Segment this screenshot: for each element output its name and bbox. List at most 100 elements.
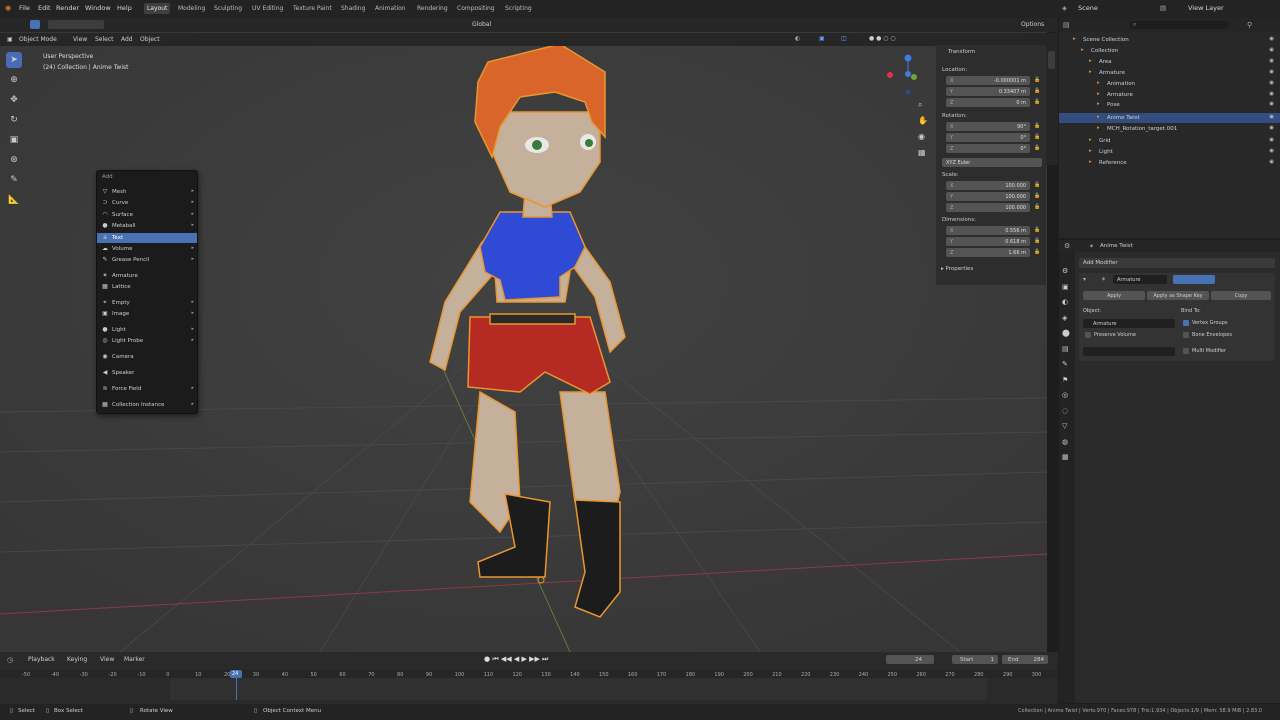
viewport-shading-controls[interactable]: ◐ ▣ ◫ ● ● ○ ○ — [795, 35, 925, 44]
outliner-row-animation[interactable]: ▸ Animation ◉ — [1059, 79, 1280, 89]
visibility-eye-icon[interactable]: ◉ — [1269, 148, 1274, 154]
tab-uv-editing[interactable]: UV Editing — [249, 4, 286, 13]
lock-icon[interactable]: 🔓 — [1034, 182, 1040, 188]
add-menu-item-image[interactable]: ▣ Image ▸ — [97, 309, 197, 319]
visibility-eye-icon[interactable]: ◉ — [1269, 137, 1274, 143]
scale-x-field[interactable]: X 100.000 — [946, 181, 1030, 190]
object-field[interactable]: Armature — [1083, 319, 1175, 328]
vertex-groups-checkbox[interactable] — [1183, 320, 1189, 326]
outliner-search-input[interactable]: ⌕ — [1129, 21, 1229, 29]
expand-icon[interactable]: ▸ — [1097, 101, 1100, 107]
tab-animation[interactable]: Animation — [372, 4, 409, 13]
lock-icon[interactable]: 🔓 — [1034, 193, 1040, 199]
annotate-tool-icon[interactable]: ✎ — [6, 172, 22, 188]
add-menu-item-light-probe[interactable]: ◎ Light Probe ▸ — [97, 336, 197, 346]
properties-tab-icons[interactable]: ⚙ ▣ ◐ ◈ ⬤ ▤ ✎ ⚑ ◎ ◌ ▽ ◍ ▦ — [1062, 264, 1070, 466]
lock-icon[interactable]: 🔓 — [1034, 249, 1040, 255]
timeline-editor-icon[interactable]: ◷ — [7, 656, 13, 664]
select-mode-icon[interactable] — [30, 20, 40, 29]
expand-icon[interactable]: ▸ — [1073, 36, 1076, 42]
modifier-name-field[interactable]: Armature — [1113, 275, 1167, 284]
tab-compositing[interactable]: Compositing — [454, 4, 498, 13]
pan-hand-icon[interactable]: ✋ — [918, 116, 930, 132]
visibility-eye-icon[interactable]: ◉ — [1269, 69, 1274, 75]
add-menu-item-collection-instance[interactable]: ▦ Collection Instance ▸ — [97, 400, 197, 410]
lock-icon[interactable]: 🔓 — [1034, 123, 1040, 129]
scene-icon[interactable]: ◈ — [1062, 4, 1067, 12]
add-menu-item-force-field[interactable]: ≋ Force Field ▸ — [97, 384, 197, 394]
tab-modeling[interactable]: Modeling — [175, 4, 208, 13]
add-menu-item-text[interactable]: a Text — [97, 233, 197, 243]
outliner-row-grid[interactable]: ▸ Grid ◉ — [1059, 136, 1280, 146]
filter-icon[interactable]: ⚲ — [1247, 21, 1252, 29]
current-frame-field[interactable]: 24 — [886, 655, 934, 664]
menu-marker[interactable]: Marker — [124, 656, 145, 663]
scale-tool-icon[interactable]: ▣ — [6, 132, 22, 148]
location-z-field[interactable]: Z 0 m — [946, 98, 1030, 107]
tab-view[interactable] — [1048, 95, 1055, 113]
visibility-eye-icon[interactable]: ◉ — [1269, 36, 1274, 42]
mode-icon[interactable]: ▣ — [7, 36, 13, 43]
visibility-eye-icon[interactable]: ◉ — [1269, 101, 1274, 107]
add-menu-item-grease-pencil[interactable]: ✎ Grease Pencil ▸ — [97, 255, 197, 265]
lock-icon[interactable]: 🔓 — [1034, 227, 1040, 233]
tab-tool[interactable] — [1048, 73, 1055, 91]
expand-icon[interactable]: ▸ — [1081, 47, 1084, 53]
add-modifier-dropdown[interactable]: Add Modifier — [1079, 258, 1275, 268]
apply-button[interactable]: Apply — [1083, 291, 1145, 300]
menu-playback[interactable]: Playback — [28, 656, 55, 663]
outliner-row-reference[interactable]: ▸ Reference ◉ — [1059, 158, 1280, 168]
modifier-visibility-toggles[interactable] — [1173, 275, 1215, 284]
expand-icon[interactable]: ▸ — [1097, 114, 1100, 120]
apply-shape-key-button[interactable]: Apply as Shape Key — [1147, 291, 1209, 300]
add-menu-item-surface[interactable]: ◠ Surface ▸ — [97, 210, 197, 220]
expand-icon[interactable]: ▸ — [1089, 58, 1092, 64]
add-menu-item-curve[interactable]: ⊃ Curve ▸ — [97, 198, 197, 208]
outliner-row-scene-collection[interactable]: ▸ Scene Collection ◉ — [1059, 35, 1280, 45]
view-layer-icon[interactable]: ▤ — [1160, 4, 1166, 12]
lock-icon[interactable]: 🔓 — [1034, 77, 1040, 83]
add-menu-item-empty[interactable]: ⌖ Empty ▸ — [97, 298, 197, 308]
tab-sculpting[interactable]: Sculpting — [211, 4, 245, 13]
outliner-row-armature[interactable]: ▸ Armature ◉ — [1059, 90, 1280, 100]
expand-icon[interactable]: ▸ — [1089, 159, 1092, 165]
menu-object[interactable]: Object — [140, 36, 160, 43]
menu-help[interactable]: Help — [117, 4, 132, 12]
lock-icon[interactable]: 🔓 — [1034, 204, 1040, 210]
menu-render[interactable]: Render — [56, 4, 79, 12]
rotation-x-field[interactable]: X 90° — [946, 122, 1030, 131]
start-frame-field[interactable]: Start 1 — [952, 655, 998, 664]
select-box-tool-icon[interactable]: ➤ — [6, 52, 22, 68]
menu-edit[interactable]: Edit — [38, 4, 51, 12]
select-modes-group[interactable] — [48, 20, 104, 29]
modifier-collapse-icon[interactable]: ▾ — [1083, 276, 1086, 283]
rotate-tool-icon[interactable]: ↻ — [6, 112, 22, 128]
dimensions-z-field[interactable]: Z 1.66 m — [946, 248, 1030, 257]
transform-tool-icon[interactable]: ⊛ — [6, 152, 22, 168]
visibility-eye-icon[interactable]: ◉ — [1269, 47, 1274, 53]
add-menu-item-armature[interactable]: ✶ Armature — [97, 271, 197, 281]
location-y-field[interactable]: Y 0.33407 m — [946, 87, 1030, 96]
view-layer-name[interactable]: View Layer — [1188, 4, 1224, 12]
blender-logo-icon[interactable]: ◉ — [5, 4, 11, 12]
tab-texture-paint[interactable]: Texture Paint — [290, 4, 335, 13]
properties-editor-icon[interactable]: ⚙ — [1064, 242, 1070, 250]
lock-icon[interactable]: 🔓 — [1034, 134, 1040, 140]
lock-icon[interactable]: 🔓 — [1034, 145, 1040, 151]
move-tool-icon[interactable]: ✥ — [6, 92, 22, 108]
outliner-row-light[interactable]: ▸ Light ◉ — [1059, 147, 1280, 157]
add-menu-item-metaball[interactable]: ● Metaball ▸ — [97, 221, 197, 231]
grid-view-icon[interactable]: ▦ — [918, 148, 930, 164]
timeline-frame-range[interactable] — [170, 678, 987, 700]
outliner-editor-icon[interactable]: ▤ — [1063, 21, 1070, 29]
camera-view-icon[interactable]: ◉ — [918, 132, 930, 148]
rotation-y-field[interactable]: Y 0° — [946, 133, 1030, 142]
menu-select[interactable]: Select — [95, 36, 114, 43]
transform-orientation[interactable]: Global — [472, 21, 491, 28]
mode-dropdown[interactable]: Object Mode — [19, 36, 57, 43]
scale-z-field[interactable]: Z 100.000 — [946, 203, 1030, 212]
scene-name[interactable]: Scene — [1078, 4, 1098, 12]
add-menu-item-mesh[interactable]: ▽ Mesh ▸ — [97, 187, 197, 197]
expand-icon[interactable]: ▸ — [1097, 80, 1100, 86]
dimensions-x-field[interactable]: X 0.556 m — [946, 226, 1030, 235]
